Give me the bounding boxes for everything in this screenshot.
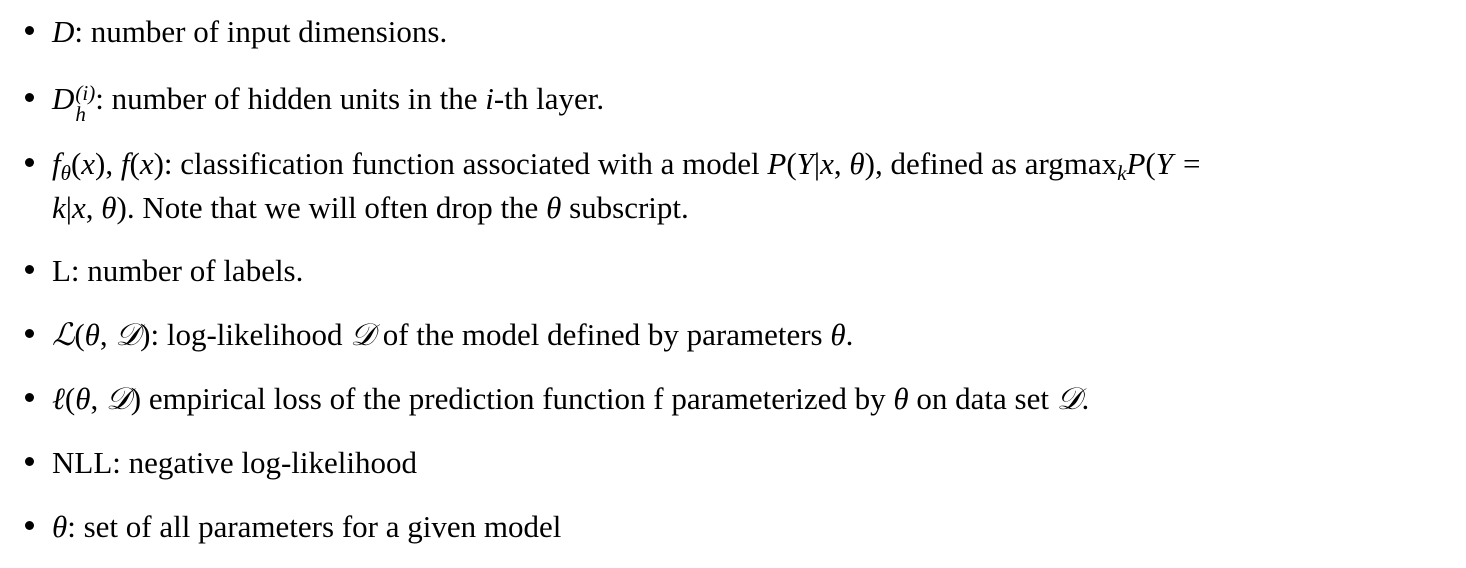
math-paren: (x), [70, 146, 114, 181]
item-text: : log-likelihood [150, 317, 351, 352]
math-expr: k|x, θ) [52, 190, 127, 225]
math-cal-D: 𝒟 [1056, 381, 1082, 417]
bullet-icon [25, 457, 34, 466]
list-item: ℒ(θ, 𝒟): log-likelihood 𝒟 of the model d… [25, 316, 854, 354]
math-ell: ℓ [52, 381, 65, 416]
item-text-mid: on data set [908, 381, 1057, 416]
math-f: f [120, 146, 130, 181]
item-text: NLL: negative log-likelihood [52, 445, 418, 480]
list-item-continuation: k|x, θ). Note that we will often drop th… [52, 189, 689, 227]
item-text-end: . Note that we will often drop the [126, 190, 547, 225]
item-text-mid: -th layer. [493, 81, 605, 116]
bullet-icon [25, 265, 34, 274]
item-text-end: . [845, 317, 854, 352]
item-text: empirical loss of the prediction functio… [141, 381, 894, 416]
math-D: D [52, 14, 75, 49]
list-item: NLL: negative log-likelihood [25, 444, 418, 482]
math-f-theta: fθ [52, 146, 71, 185]
item-text: : set of all parameters for a given mode… [67, 509, 562, 544]
math-theta: θ [830, 317, 846, 352]
math-expr: (θ, 𝒟) [74, 317, 151, 353]
item-text-tail: subscript. [561, 190, 689, 225]
list-item: ℓ(θ, 𝒟) empirical loss of the prediction… [25, 380, 1090, 418]
math-cal-L: ℒ [52, 317, 75, 353]
math-i: i [485, 81, 494, 116]
math-theta: θ [893, 381, 909, 416]
math-theta: θ [546, 190, 562, 225]
list-item: fθ(x), f(x): classification function ass… [25, 145, 1210, 185]
item-text-mid: , defined as [874, 146, 1025, 181]
math-theta: θ [52, 509, 68, 544]
list-item: D: number of input dimensions. [25, 13, 448, 51]
item-text-end: . [1081, 381, 1090, 416]
item-text: : number of hidden units in the [95, 81, 486, 116]
item-text: : number of input dimensions. [74, 14, 448, 49]
bullet-icon [25, 158, 34, 167]
bullet-icon [25, 329, 34, 338]
math-expr: (Y|x, θ) [786, 146, 875, 181]
item-text: classification function associated with … [172, 146, 768, 181]
math-cal-D: 𝒟 [350, 317, 375, 353]
item-text: L: number of labels. [52, 253, 304, 288]
item-text-mid: of the model defined by parameters [374, 317, 831, 352]
list-item: L: number of labels. [25, 252, 304, 290]
math-P: P [1126, 146, 1146, 181]
math-Dh-i: D (i) h [52, 81, 96, 126]
math-expr: (θ, 𝒟) [64, 381, 142, 417]
bullet-icon [25, 93, 34, 102]
bullet-icon [25, 393, 34, 402]
list-item: D (i) h: number of hidden units in the i-t… [25, 80, 605, 126]
notation-list: D: number of input dimensions. D (i) h: nu… [0, 0, 1466, 568]
math-argmax: argmaxk [1024, 146, 1127, 185]
list-item: θ: set of all parameters for a given mod… [25, 508, 562, 546]
math-P-Y-x-theta: P [767, 146, 787, 181]
math-expr: (Y = [1145, 146, 1201, 181]
bullet-icon [25, 521, 34, 530]
bullet-icon [25, 26, 34, 35]
math-paren: (x): [129, 146, 173, 181]
